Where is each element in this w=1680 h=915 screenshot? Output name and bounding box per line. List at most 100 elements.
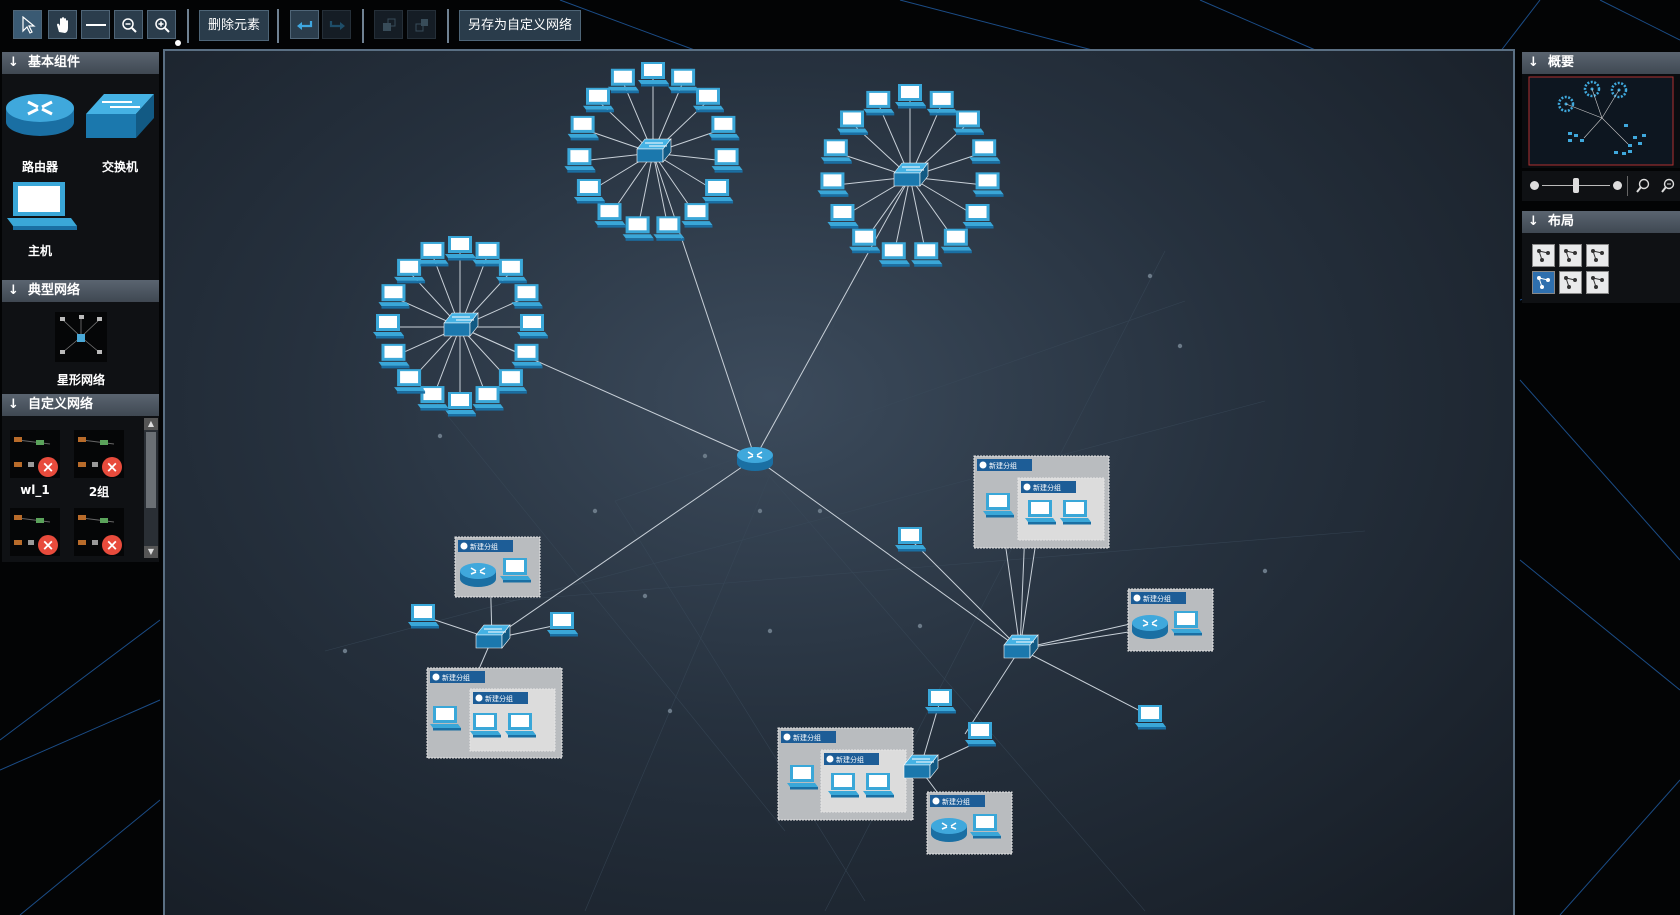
typical-network-header[interactable]: ↓ 典型网络	[2, 280, 159, 302]
host-node[interactable]	[394, 369, 426, 394]
host-node[interactable]	[500, 558, 531, 583]
host-node[interactable]	[878, 242, 910, 267]
host-node[interactable]	[970, 814, 1001, 839]
delete-icon[interactable]: ×	[38, 535, 58, 555]
zoom-in-button[interactable]	[147, 10, 176, 39]
select-tool-button[interactable]	[13, 10, 42, 39]
host-node[interactable]	[547, 612, 578, 637]
host-node[interactable]	[472, 241, 504, 267]
group-button[interactable]	[374, 10, 403, 39]
host-node[interactable]	[573, 179, 605, 204]
host-node[interactable]	[895, 84, 926, 109]
layout-button[interactable]	[1532, 271, 1555, 294]
router-node[interactable]	[930, 817, 968, 843]
custom-network-thumb[interactable]: ×	[10, 430, 60, 478]
host-node[interactable]	[702, 179, 734, 204]
host-node[interactable]	[511, 284, 543, 309]
layout-button[interactable]	[1559, 244, 1582, 267]
collapse-group-icon[interactable]	[783, 733, 791, 741]
host-node[interactable]	[962, 204, 994, 229]
zoom-slider-thumb[interactable]	[1573, 178, 1579, 193]
host-node[interactable]	[583, 87, 615, 113]
custom-network-thumb[interactable]: ×	[10, 508, 60, 556]
router-icon[interactable]	[4, 90, 76, 138]
host-node[interactable]	[787, 765, 818, 790]
layout-button[interactable]	[1586, 244, 1609, 267]
host-node[interactable]	[863, 90, 895, 116]
custom-network-thumb[interactable]: ×	[74, 508, 124, 556]
zoom-out-button[interactable]	[114, 10, 143, 39]
host-node[interactable]	[430, 706, 461, 731]
host-node[interactable]	[594, 203, 626, 228]
host-node[interactable]	[445, 236, 476, 261]
host-node[interactable]	[378, 284, 410, 309]
custom-network-header[interactable]: ↓ 自定义网络	[2, 394, 159, 416]
host-node[interactable]	[373, 314, 404, 339]
line-tool-button[interactable]	[81, 10, 110, 39]
link[interactable]	[909, 538, 1021, 650]
host-node[interactable]	[911, 242, 943, 267]
host-node[interactable]	[708, 115, 740, 141]
host-node[interactable]	[692, 87, 724, 113]
host-node[interactable]	[925, 689, 956, 714]
host-node[interactable]	[1135, 705, 1166, 730]
layout-button[interactable]	[1586, 271, 1609, 294]
host-node[interactable]	[817, 172, 849, 197]
host-node[interactable]	[517, 314, 548, 339]
host-node[interactable]	[638, 62, 669, 87]
zoom-reset-icon[interactable]	[1660, 178, 1676, 194]
collapse-group-icon[interactable]	[1133, 594, 1141, 602]
host-node[interactable]	[564, 148, 596, 173]
link[interactable]	[1019, 648, 1151, 717]
switch-node[interactable]	[893, 162, 929, 187]
delete-icon[interactable]: ×	[102, 535, 122, 555]
host-node[interactable]	[622, 216, 654, 241]
zoom-min-icon[interactable]	[1530, 181, 1539, 190]
host-icon[interactable]	[5, 180, 77, 232]
host-node[interactable]	[681, 203, 713, 228]
host-node[interactable]	[445, 392, 476, 417]
collapse-group-icon[interactable]	[432, 673, 440, 681]
switch-node[interactable]	[475, 624, 511, 649]
host-node[interactable]	[863, 773, 894, 798]
layout-header[interactable]: ↓ 布局	[1522, 211, 1680, 233]
host-node[interactable]	[983, 493, 1014, 518]
collapse-group-icon[interactable]	[826, 755, 834, 763]
basic-components-header[interactable]: ↓ 基本组件	[2, 52, 159, 74]
host-node[interactable]	[567, 115, 599, 141]
host-node[interactable]	[607, 68, 639, 94]
link[interactable]	[964, 648, 1021, 735]
router-node[interactable]	[459, 562, 497, 588]
topology-canvas[interactable]: 新建分组 新建分组 新建分组 新建分组 新建分组 新建分组 新建分组 新建分组 新建分组	[163, 49, 1515, 915]
collapse-group-icon[interactable]	[932, 797, 940, 805]
scroll-up-icon[interactable]: ▲	[144, 418, 158, 430]
redo-button[interactable]	[322, 10, 351, 39]
undo-button[interactable]	[290, 10, 319, 39]
scrollbar-thumb[interactable]	[146, 432, 156, 508]
topology-graph[interactable]: 新建分组新建分组新建分组新建分组新建分组新建分组新建分组新建分组新建分组	[165, 51, 1515, 915]
host-node[interactable]	[495, 258, 527, 284]
host-node[interactable]	[940, 228, 972, 254]
save-custom-network-button[interactable]: 另存为自定义网络	[459, 10, 582, 41]
collapse-group-icon[interactable]	[460, 542, 468, 550]
router-node[interactable]	[1131, 614, 1169, 640]
core-router-node[interactable]	[736, 446, 774, 472]
collapse-group-icon[interactable]	[979, 461, 987, 469]
host-node[interactable]	[408, 604, 439, 629]
delete-element-button[interactable]: 删除元素	[199, 10, 270, 41]
host-node[interactable]	[505, 713, 536, 738]
host-node[interactable]	[1060, 500, 1091, 525]
layout-button[interactable]	[1559, 271, 1582, 294]
host-node[interactable]	[952, 110, 984, 135]
host-node[interactable]	[495, 369, 527, 394]
host-node[interactable]	[820, 139, 852, 164]
ungroup-button[interactable]	[407, 10, 436, 39]
host-node[interactable]	[711, 148, 743, 173]
host-node[interactable]	[827, 204, 859, 229]
switch-node[interactable]	[903, 754, 939, 779]
switch-node[interactable]	[1003, 634, 1039, 659]
host-node[interactable]	[1171, 611, 1202, 636]
zoom-max-icon[interactable]	[1613, 181, 1622, 190]
custom-network-scrollbar[interactable]: ▲ ▼	[144, 418, 158, 558]
host-node[interactable]	[668, 68, 700, 94]
